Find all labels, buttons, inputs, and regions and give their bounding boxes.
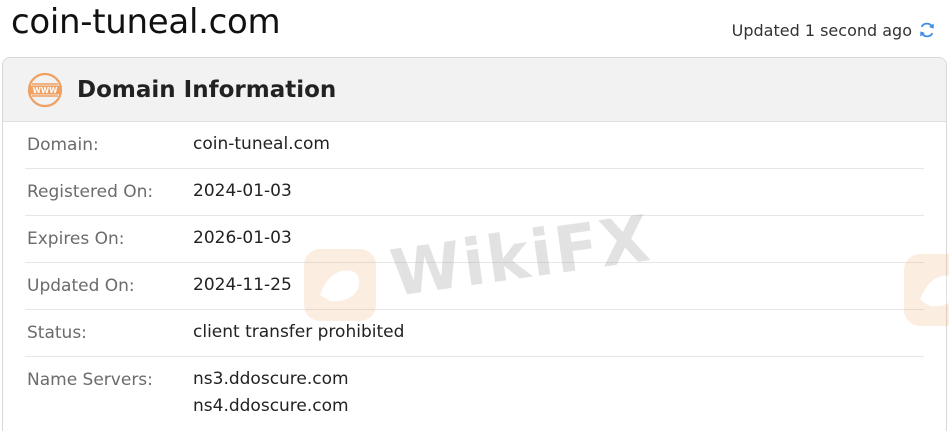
row-label: Registered On:	[27, 182, 154, 202]
page-title: coin-tuneal.com	[11, 2, 281, 42]
updated-text: Updated 1 second ago	[731, 20, 912, 40]
name-server-1: ns3.ddoscure.com	[193, 369, 349, 389]
www-globe-icon: WWW	[27, 72, 63, 108]
row-value: 2024-11-25	[193, 272, 292, 299]
card-title: Domain Information	[77, 76, 337, 103]
row-label: Status:	[27, 323, 87, 343]
row-label: Domain:	[27, 135, 99, 155]
info-row-status: Status: client transfer prohibited	[25, 310, 924, 357]
svg-text:WWW: WWW	[33, 86, 59, 95]
row-value: 2024-01-03	[193, 178, 292, 205]
row-value: coin-tuneal.com	[193, 131, 330, 158]
registered-value: 2024-01-03	[193, 181, 292, 201]
row-label: Name Servers:	[27, 370, 153, 390]
row-value: 2026-01-03	[193, 225, 292, 252]
info-row-domain: Domain: coin-tuneal.com	[25, 122, 924, 169]
info-row-registered-on: Registered On: 2024-01-03	[25, 169, 924, 216]
domain-value: coin-tuneal.com	[193, 134, 330, 154]
status-value: client transfer prohibited	[193, 322, 405, 342]
row-label: Updated On:	[27, 276, 135, 296]
row-label: Expires On:	[27, 229, 125, 249]
expires-value: 2026-01-03	[193, 228, 292, 248]
card-header: WWW Domain Information	[3, 58, 946, 122]
updated-status: Updated 1 second ago	[732, 20, 937, 40]
refresh-icon[interactable]	[917, 20, 937, 40]
updated-value: 2024-11-25	[193, 275, 292, 295]
info-row-name-servers: Name Servers: ns3.ddoscure.com ns4.ddosc…	[25, 357, 924, 420]
row-value: ns3.ddoscure.com ns4.ddoscure.com	[193, 366, 349, 420]
name-server-2: ns4.ddoscure.com	[193, 396, 349, 416]
row-value: client transfer prohibited	[193, 319, 404, 346]
